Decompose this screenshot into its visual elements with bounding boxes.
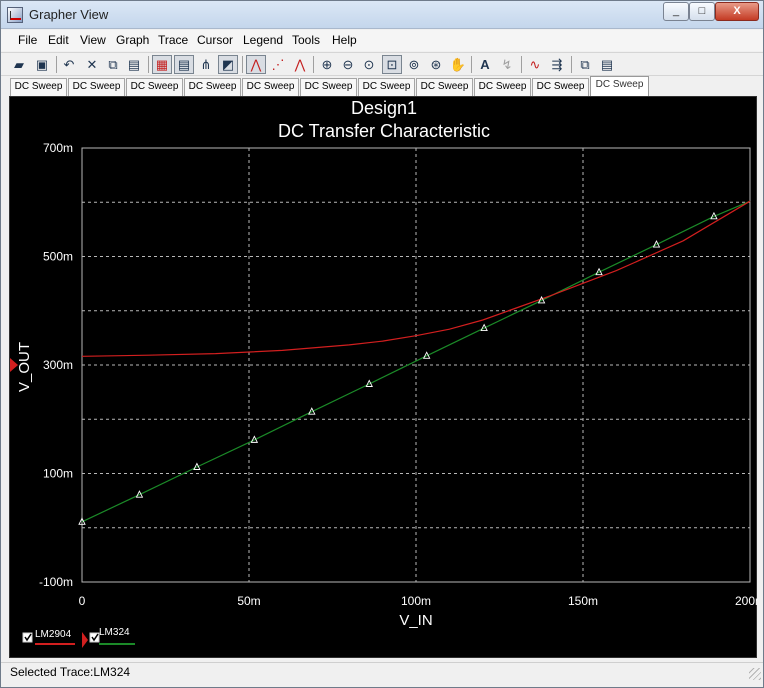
tab-dc-sweep[interactable]: DC Sweep bbox=[126, 78, 183, 96]
toolbar-separator bbox=[313, 56, 314, 73]
export-icon[interactable]: ⇶ bbox=[547, 55, 567, 74]
tab-dc-sweep-active[interactable]: DC Sweep bbox=[590, 76, 649, 96]
x-tick-label: 200m bbox=[735, 594, 758, 608]
status-bar: Selected Trace:LM324 bbox=[1, 662, 763, 682]
graph-panel[interactable]: Design1 DC Transfer Characteristic 0 50m 1… bbox=[9, 96, 758, 659]
menu-help[interactable]: Help bbox=[332, 33, 357, 47]
minimize-button[interactable]: _ bbox=[663, 2, 689, 21]
trace-icon[interactable]: ∿ bbox=[525, 55, 545, 74]
dot-plot-icon[interactable]: ⋰ bbox=[268, 55, 288, 74]
toolbar-separator bbox=[571, 56, 572, 73]
menu-file[interactable]: File bbox=[18, 33, 37, 47]
tab-dc-sweep[interactable]: DC Sweep bbox=[184, 78, 241, 96]
menu-tools[interactable]: Tools bbox=[292, 33, 320, 47]
menu-view[interactable]: View bbox=[80, 33, 106, 47]
text-icon[interactable]: A bbox=[475, 55, 495, 74]
grid-toggle-icon[interactable]: ▦ bbox=[152, 55, 172, 74]
toolbar-separator bbox=[56, 56, 57, 73]
tab-dc-sweep[interactable]: DC Sweep bbox=[300, 78, 357, 96]
overlay-icon[interactable]: ◩ bbox=[218, 55, 238, 74]
tab-dc-sweep[interactable]: DC Sweep bbox=[242, 78, 299, 96]
menu-trace[interactable]: Trace bbox=[158, 33, 188, 47]
window-title: Grapher View bbox=[29, 7, 109, 22]
legend-selected-marker-icon bbox=[82, 632, 88, 648]
trace-lm2904[interactable] bbox=[81, 200, 751, 357]
pan-icon[interactable]: ✋ bbox=[448, 55, 468, 74]
close-button[interactable]: X bbox=[715, 2, 759, 21]
label-icon[interactable]: ↯ bbox=[497, 55, 517, 74]
toolbar-separator bbox=[521, 56, 522, 73]
copy-icon[interactable]: ⧉ bbox=[103, 55, 123, 74]
y-tick-label: 700m bbox=[43, 141, 73, 155]
zoom-x-icon[interactable]: ⊚ bbox=[404, 55, 424, 74]
y-tick-label: 100m bbox=[43, 467, 73, 481]
y-tick-label: 300m bbox=[43, 358, 73, 372]
save-icon[interactable]: ▣ bbox=[32, 55, 52, 74]
menu-edit[interactable]: Edit bbox=[48, 33, 69, 47]
legend-lm324-label: LM324 bbox=[99, 627, 130, 638]
paste-icon[interactable]: ▤ bbox=[124, 55, 144, 74]
y-tick-label: 500m bbox=[43, 250, 73, 264]
tab-dc-sweep[interactable]: DC Sweep bbox=[474, 78, 531, 96]
tab-strip: DC Sweep DC Sweep DC Sweep DC Sweep DC S… bbox=[1, 76, 763, 96]
paste-graph-icon[interactable]: ▤ bbox=[597, 55, 617, 74]
open-icon[interactable]: ▰ bbox=[9, 55, 29, 74]
zoom-area-icon[interactable]: ⊡ bbox=[382, 55, 402, 74]
x-tick-label: 0 bbox=[79, 594, 86, 608]
cut-icon[interactable]: ✕ bbox=[82, 55, 102, 74]
zoom-fit-icon[interactable]: ⊙ bbox=[359, 55, 379, 74]
grapher-app-icon bbox=[7, 7, 23, 23]
marker-plot-icon[interactable]: ⋀ bbox=[290, 55, 310, 74]
menu-legend[interactable]: Legend bbox=[243, 33, 283, 47]
cursor-toggle-icon[interactable]: ⋔ bbox=[196, 55, 216, 74]
tab-dc-sweep[interactable]: DC Sweep bbox=[532, 78, 589, 96]
copy-graph-icon[interactable]: ⧉ bbox=[575, 55, 595, 74]
tab-dc-sweep[interactable]: DC Sweep bbox=[416, 78, 473, 96]
zoom-out-icon[interactable]: ⊖ bbox=[338, 55, 358, 74]
dc-transfer-chart[interactable]: 0 50m 100m 150m 200m -100m 100m 300m 500m 700m V_I… bbox=[10, 97, 758, 659]
menu-cursor[interactable]: Cursor bbox=[197, 33, 233, 47]
x-tick-label: 150m bbox=[568, 594, 598, 608]
menu-bar: File Edit View Graph Trace Cursor Legend… bbox=[1, 30, 763, 51]
maximize-button[interactable]: □ bbox=[689, 2, 715, 21]
line-plot-icon[interactable]: ⋀ bbox=[246, 55, 266, 74]
undo-icon[interactable]: ↶ bbox=[59, 55, 79, 74]
legend-lm2904-label: LM2904 bbox=[35, 629, 72, 640]
toolbar-separator bbox=[242, 56, 243, 73]
tab-dc-sweep[interactable]: DC Sweep bbox=[68, 78, 125, 96]
toolbar-separator bbox=[148, 56, 149, 73]
title-bar[interactable]: Grapher View _ □ X bbox=[1, 1, 763, 29]
toolbar: ▰ ▣ ↶ ✕ ⧉ ▤ ▦ ▤ ⋔ ◩ ⋀ ⋰ ⋀ ⊕ ⊖ ⊙ ⊡ ⊚ ⊛ ✋ … bbox=[1, 52, 763, 76]
x-tick-label: 50m bbox=[237, 594, 260, 608]
zoom-y-icon[interactable]: ⊛ bbox=[426, 55, 446, 74]
x-axis-label: V_IN bbox=[399, 612, 432, 629]
grapher-window: Grapher View _ □ X File Edit View Graph … bbox=[0, 0, 764, 688]
legend-toggle-icon[interactable]: ▤ bbox=[174, 55, 194, 74]
menu-graph[interactable]: Graph bbox=[116, 33, 149, 47]
toolbar-separator bbox=[471, 56, 472, 73]
x-tick-label: 100m bbox=[401, 594, 431, 608]
tab-dc-sweep[interactable]: DC Sweep bbox=[10, 78, 67, 96]
tab-dc-sweep[interactable]: DC Sweep bbox=[358, 78, 415, 96]
zoom-in-icon[interactable]: ⊕ bbox=[317, 55, 337, 74]
status-text: Selected Trace:LM324 bbox=[10, 665, 131, 679]
y-axis-label: V_OUT bbox=[16, 342, 33, 392]
y-tick-label: -100m bbox=[39, 575, 73, 589]
resize-grip-icon[interactable] bbox=[749, 668, 761, 680]
